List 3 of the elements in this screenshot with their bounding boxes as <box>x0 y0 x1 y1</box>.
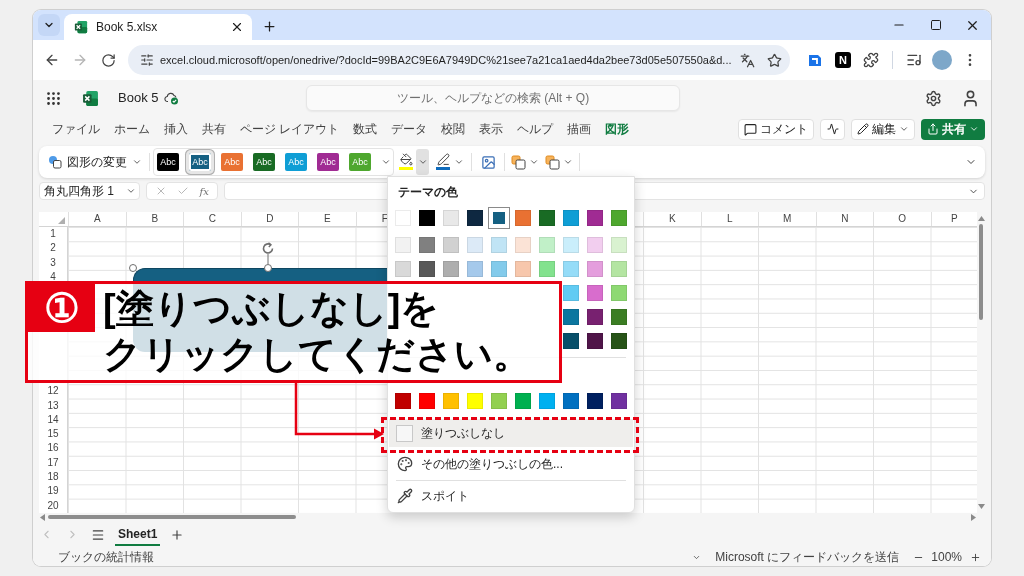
section-heading: テーマの色 <box>397 184 459 201</box>
step-badge: ① <box>28 284 95 332</box>
instruction-text: [塗りつぶしなし]を クリックしてください。 <box>103 286 531 377</box>
